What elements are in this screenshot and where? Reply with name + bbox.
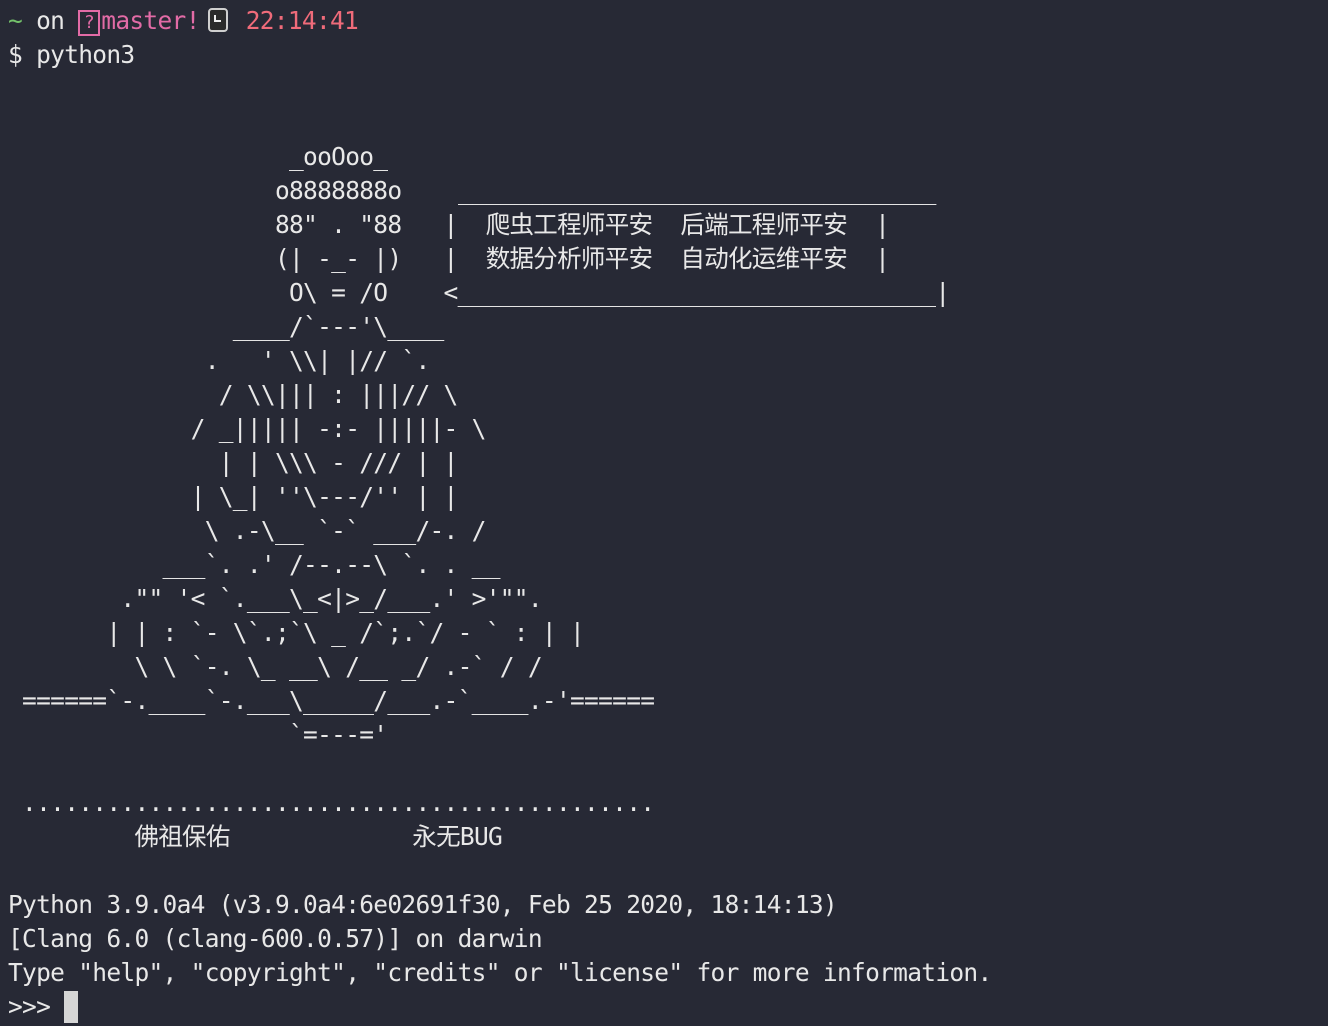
banner-line: ___`. .' /--.--\ `. . __ <box>8 550 501 579</box>
banner-line: . ' \\| |// `. <box>8 346 431 375</box>
prompt-time: 22:14:41 <box>245 6 359 35</box>
prompt-on-text: on <box>22 6 79 35</box>
banner-line: O\ = /O <_______________________________… <box>8 278 950 307</box>
banner-line: ======`-.____`-.___\_____/___.-`____.-'=… <box>8 686 655 715</box>
banner-line: ."" '< `.___\_<|>_/___.' >'"". <box>8 584 542 613</box>
git-branch-icon: ? <box>78 10 101 36</box>
command-line: $ python3 <box>8 38 135 72</box>
banner-line: | | \\\ - /// | | <box>8 448 459 477</box>
banner-line: o8888888o <box>8 176 402 205</box>
banner-line: ........................................… <box>8 788 655 817</box>
banner-line: / _||||| -:- |||||- \ <box>8 414 487 443</box>
banner-line: \ \ `-. \_ __\ /__ _/ .-` / / <box>8 652 542 681</box>
home-directory: ~ <box>8 6 23 35</box>
dollar-prompt: $ <box>8 40 37 69</box>
banner-line: \ .-\__ `-` ___/-. / <box>8 516 487 545</box>
banner-line: (| -_- |) | 数据分析师平安 自动化运维平安 | <box>8 244 890 273</box>
banner-line: _ooOoo_ <box>8 142 388 171</box>
banner-line: | \_| ''\---/'' | | <box>8 482 459 511</box>
python-version-line: Python 3.9.0a4 (v3.9.0a4:6e02691f30, Feb… <box>8 890 838 919</box>
banner-line: / \\||| : |||// \ <box>8 380 459 409</box>
banner-line: `=---=' <box>8 720 388 749</box>
banner-line: ____/`---'\____ <box>8 312 444 341</box>
terminal-window[interactable]: ~ on ? master! 22:14:41 $ python3 _______… <box>0 0 1328 1026</box>
repl-prompt: >>> <box>8 992 65 1021</box>
banner-line: 佛祖保佑 永无BUG <box>8 822 503 851</box>
banner-line: 88" . "88 | 爬虫工程师平安 后端工程师平安 | <box>8 210 890 239</box>
watch-icon <box>207 8 228 32</box>
command-text: python3 <box>36 40 135 69</box>
help-hint-line: Type "help", "copyright", "credits" or "… <box>8 958 992 987</box>
repl-input-line[interactable]: >>> <box>8 990 79 1024</box>
git-branch-name: master! <box>101 6 200 35</box>
banner-line: | | : `- \`.;`\ _ /`;.`/ - ` : | | <box>8 618 585 647</box>
speech-box-top-rule: __________________________________ <box>458 176 936 205</box>
shell-prompt-line: ~ on ? master! 22:14:41 <box>8 4 359 38</box>
text-cursor <box>64 991 79 1023</box>
compiler-info-line: [Clang 6.0 (clang-600.0.57)] on darwin <box>8 924 543 953</box>
